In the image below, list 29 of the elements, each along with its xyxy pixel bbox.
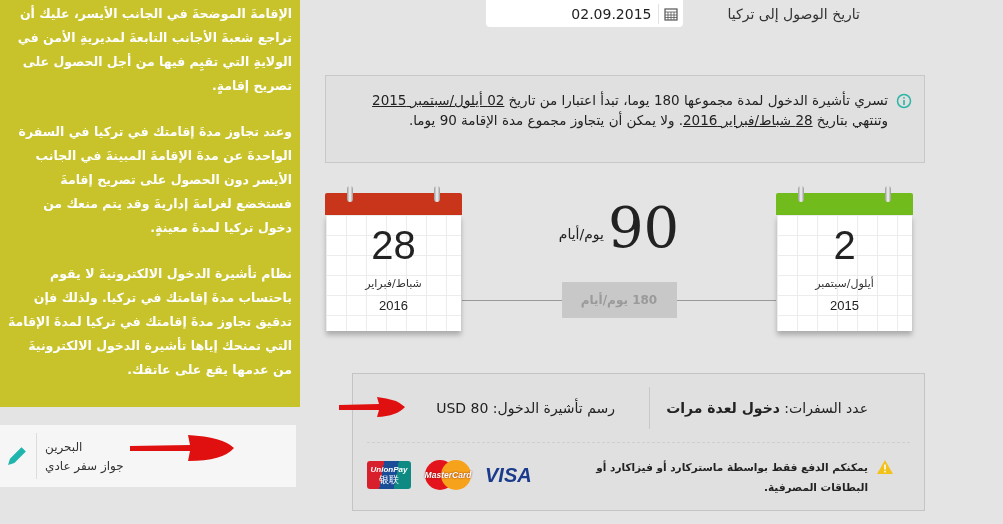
entries-text: عدد السفرات: دخول لعدة مرات (665, 400, 869, 416)
calendar-year: 2016 (379, 298, 408, 313)
payment-notice: يمكنكم الدفع فقط بواسطة ماستركارد أو فيزاكارد أو البطاقات المصرفية. (594, 459, 868, 496)
calendar-ring (885, 186, 891, 202)
stay-unit: يوم/أيام (558, 226, 604, 242)
arrival-date-field[interactable]: 02.09.2015 (485, 0, 683, 27)
calendar-day: 2 (833, 221, 856, 269)
start-date-link[interactable]: 02 أيلول/سبتمبر 2015 (372, 92, 505, 108)
calendar-month: أيلول/سبتمبر (815, 277, 874, 290)
validity-text: تسري تأشيرة الدخول لمدة مجموعها 180 يوما، تبدأ اعتبارا من تاريخ 02 أيلول/سبتمبر 2015 وتنتهي بتاريخ 28 شباط/فبراير 2016. ولا يمكن أن يتجاوز مجموع مدة الإقامة 90 يوما. (371, 90, 888, 130)
end-date-link[interactable]: 28 شباط/فبراير 2016 (683, 112, 813, 128)
fee-text: رسم تأشيرة الدخول: USD 80 (436, 400, 616, 416)
visa-logo: VISA (485, 463, 532, 487)
sidebar-paragraph: الإقامةَ الموضحةَ في الجانب الأيسر، عليك أن تراجع شعبةَ الأجانب التابعةَ لمديريةِ الأمن في الولايةِ التي تقيِم فيها من أجل الحصول على تصريح إقامةٍ. (16, 4, 292, 96)
passport-type: جواز سفر عادي (45, 458, 124, 473)
sidebar-paragraph: وعند تجاوز مدةَ إقامتك في تركيا في السفرة الواحدةَ عن مدةَ الإقامةَ المبينةَ في الجانب الأيسر دون الحصول على تصريح إقامةَ فستخضع لغرامةَ إداريةَ وقد يتم منعك من دخول تركيا لمدةَ معينةٍ. (17, 123, 292, 238)
sidebar-paragraph: نظام تأشيرة الدخول الالكترونيةَ لا يقوم باحتساب مدةَ إقامتك في تركيا. ولذلك فإن تدقيق تجاوز مدةَ إقامتك في تركيا لمدةَ الإقامةَ التي تمنحك إياها تأشيرة الدخول الالكترونيةَ من عدمها يقع على عاتقك. (6, 264, 292, 379)
calendar-ring (347, 186, 353, 202)
info-icon (896, 93, 912, 109)
passport-country: البحرين (45, 439, 83, 454)
calendar-year: 2015 (830, 298, 859, 313)
arrival-date-label: تاريخ الوصول إلى تركيا (727, 4, 860, 24)
calendar-ring (798, 186, 804, 202)
arrow-icon (337, 395, 407, 419)
calendar-month: شباط/فبراير (365, 277, 422, 290)
stay-days: 90 (608, 198, 680, 258)
calendar-ring (434, 186, 440, 202)
calendar-day: 28 (371, 221, 416, 269)
warning-icon (876, 459, 894, 475)
